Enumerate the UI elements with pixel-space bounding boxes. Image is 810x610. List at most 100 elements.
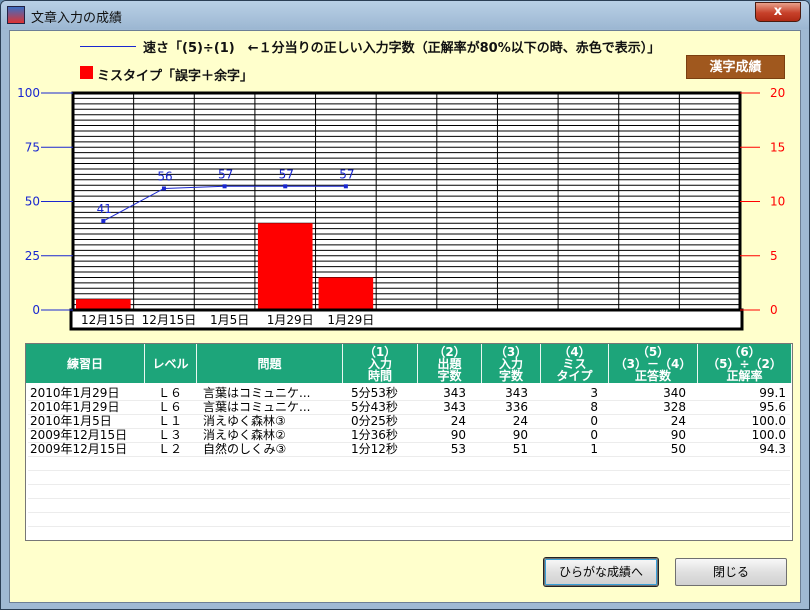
table-row[interactable]: 2010年1月29日 Ｌ６ 言葉はコミュニケ... 5分53秒 343 343 3 340 99… [28, 386, 790, 401]
speed-point [161, 186, 166, 191]
speed-data-label: 57 [218, 167, 233, 181]
column-header[interactable]: （3） 入力 字数 [482, 344, 541, 383]
column-header[interactable]: （5） （3）－（4） 正答数 [609, 344, 698, 383]
table-cell: 1分12秒 [351, 442, 398, 456]
table-cell: 5分53秒 [351, 386, 398, 400]
table-cell: 2010年1月5日 [30, 414, 112, 428]
column-header[interactable]: （4） ミス タイプ [541, 344, 609, 383]
miss-bar [318, 277, 374, 310]
x-tick-label: 1月29日 [267, 313, 314, 327]
table-cell: 94.3 [759, 442, 786, 456]
table-cell: 90 [450, 428, 466, 442]
table-cell: 2010年1月29日 [30, 386, 120, 400]
column-header[interactable]: （6） （5）÷（2） 正解率 [698, 344, 792, 383]
speed-data-label: 57 [339, 167, 354, 181]
empty-row [28, 484, 790, 499]
table-row[interactable]: 2010年1月29日 Ｌ６ 言葉はコミュニケ... 5分43秒 343 336 8 328 95… [28, 400, 790, 415]
table-cell: 言葉はコミュニケ... [203, 386, 311, 400]
speed-point [343, 184, 348, 189]
miss-bar [257, 223, 313, 310]
table-cell: 3 [590, 386, 598, 400]
table-cell: Ｌ６ [158, 400, 183, 414]
table-row[interactable]: 2009年12月15日 Ｌ３ 消えゆく森林② 1分36秒 90 90 0 90 100.0 [28, 428, 790, 443]
table-cell: 0 [590, 414, 598, 428]
close-button[interactable]: 閉じる [675, 558, 787, 586]
empty-row [28, 456, 790, 471]
table-cell: 消えゆく森林② [203, 428, 286, 442]
table-body: 2010年1月29日 Ｌ６ 言葉はコミュニケ... 5分53秒 343 343 3 340 99… [28, 386, 790, 538]
table-cell: 50 [670, 442, 686, 456]
right-axis-tick-label: 20 [770, 86, 785, 100]
x-tick-label: 12月15日 [142, 313, 197, 327]
window-close-button[interactable]: x [755, 2, 801, 22]
table-cell: 100.0 [751, 414, 786, 428]
x-tick-label: 1月29日 [327, 313, 374, 327]
table-cell: 336 [505, 400, 528, 414]
table-cell: Ｌ１ [158, 414, 183, 428]
table-cell: 100.0 [751, 428, 786, 442]
table-cell: 90 [512, 428, 528, 442]
speed-point [283, 184, 288, 189]
table-cell: 5分43秒 [351, 400, 398, 414]
empty-row [28, 498, 790, 513]
speed-data-label: 57 [279, 167, 294, 181]
table-cell: 51 [512, 442, 528, 456]
speed-point [101, 219, 106, 224]
right-axis-tick-label: 10 [770, 195, 785, 209]
client-area: 速さ「(5)÷(1) ←１分当りの正しい入力字数（正解率が80%以下の時、赤色で… [9, 30, 801, 603]
table-cell: 8 [590, 400, 598, 414]
results-chart: 41 56 57 57 57 12月15日 12月15日 1月5日 1月29日 1月29日 0 25 5… [17, 86, 785, 331]
table-cell: 343 [443, 400, 466, 414]
miss-bar [76, 299, 131, 310]
column-header[interactable]: （1） 入力 時間 [343, 344, 418, 383]
table-cell: 53 [450, 442, 466, 456]
left-axis-tick-label: 100 [17, 86, 40, 100]
table-cell: 2010年1月29日 [30, 400, 120, 414]
results-table: 練習日 レベル 問題 （1） 入力 時間 （2） 出題 字数 （3） 入力 字数 （4） ミ… [25, 343, 793, 541]
table-cell: 0 [590, 428, 598, 442]
table-cell: 343 [443, 386, 466, 400]
table-cell: 24 [450, 414, 466, 428]
table-cell: 2009年12月15日 [30, 442, 128, 456]
table-cell: 自然のしくみ③ [203, 442, 287, 456]
table-cell: 95.6 [759, 400, 786, 414]
table-cell: 言葉はコミュニケ... [203, 400, 311, 414]
table-cell: Ｌ６ [158, 386, 183, 400]
left-axis-tick-label: 25 [25, 249, 40, 263]
speed-data-label: 56 [157, 169, 172, 183]
x-tick-label: 1月5日 [210, 313, 249, 327]
left-axis-tick-label: 0 [32, 303, 40, 317]
table-cell: Ｌ２ [158, 442, 183, 456]
table-row[interactable]: 2010年1月5日 Ｌ１ 消えゆく森林③ 0分25秒 24 24 0 24 100.0 [28, 414, 790, 429]
app-window: 文章入力の成績 x 速さ「(5)÷(1) ←１分当りの正しい入力字数（正解率が8… [0, 0, 810, 610]
table-cell: 1 [590, 442, 598, 456]
app-icon [7, 6, 25, 24]
left-axis-tick-label: 50 [25, 195, 40, 209]
speed-point [222, 184, 227, 189]
column-header[interactable]: レベル [145, 344, 197, 383]
empty-row [28, 470, 790, 485]
table-cell: 99.1 [759, 386, 786, 400]
column-header[interactable]: （2） 出題 字数 [418, 344, 482, 383]
table-header: 練習日 レベル 問題 （1） 入力 時間 （2） 出題 字数 （3） 入力 字数 （4） ミ… [26, 344, 792, 383]
table-cell: 2009年12月15日 [30, 428, 128, 442]
column-header[interactable]: 練習日 [26, 344, 145, 383]
table-cell: 340 [663, 386, 686, 400]
table-cell: Ｌ３ [158, 428, 183, 442]
title-bar: 文章入力の成績 x [1, 1, 809, 29]
window-title: 文章入力の成績 [31, 11, 123, 26]
right-axis-tick-label: 0 [770, 303, 778, 317]
x-tick-label: 12月15日 [81, 313, 136, 327]
table-cell: 90 [670, 428, 686, 442]
table-cell: 0分25秒 [351, 414, 398, 428]
table-row[interactable]: 2009年12月15日 Ｌ２ 自然のしくみ③ 1分12秒 53 51 1 50 94.3 [28, 442, 790, 457]
table-cell: 24 [512, 414, 528, 428]
column-header[interactable]: 問題 [197, 344, 343, 383]
table-cell: 消えゆく森林③ [203, 414, 286, 428]
right-axis-tick-label: 15 [770, 140, 785, 154]
table-cell: 1分36秒 [351, 428, 398, 442]
table-cell: 24 [670, 414, 686, 428]
hiragana-results-button[interactable]: ひらがな成績へ [544, 558, 658, 586]
empty-row [28, 512, 790, 527]
left-axis-tick-label: 75 [25, 140, 40, 154]
